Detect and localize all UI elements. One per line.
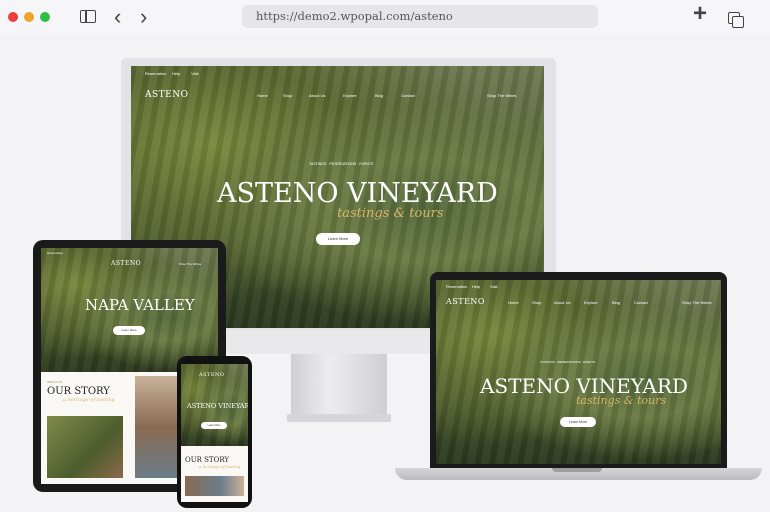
laptop-topbar-visit[interactable]: Visit bbox=[490, 284, 497, 289]
tablet-learn-more-button[interactable]: Learn More bbox=[113, 326, 145, 335]
laptop-notch bbox=[552, 468, 602, 472]
hero-learn-more-button[interactable]: Learn More bbox=[316, 233, 360, 245]
laptop-nav-blog[interactable]: Blog bbox=[612, 300, 620, 305]
hero-kicker: TASTINGS · RESERVATIONS · EVENTS bbox=[309, 162, 374, 166]
nav-blog[interactable]: Blog bbox=[375, 93, 383, 98]
tablet-story-kicker: ABOUT US bbox=[47, 380, 63, 384]
laptop-learn-more-button[interactable]: Learn More bbox=[560, 417, 596, 427]
laptop-hero-image: Reservation Help Visit ASTENO Home Shop … bbox=[436, 280, 721, 464]
phone-hero-image: ASTENO ASTENO VINEYARD Learn More bbox=[181, 364, 248, 446]
nav-home[interactable]: Home bbox=[257, 93, 268, 98]
laptop-topbar-help[interactable]: Help bbox=[472, 284, 480, 289]
topbar-link-help[interactable]: Help bbox=[172, 71, 180, 76]
phone-story-title: OUR STORY bbox=[185, 456, 230, 464]
address-bar[interactable]: https://demo2.wpopal.com/asteno bbox=[242, 5, 598, 28]
laptop-topbar-reservation[interactable]: Reservation bbox=[446, 284, 467, 289]
new-tab-plus-icon[interactable]: + bbox=[693, 2, 707, 26]
phone-story-section: OUR STORY a heritage of tasting bbox=[181, 446, 248, 502]
site-logo[interactable]: ASTENO bbox=[145, 90, 189, 100]
nav-explore[interactable]: Explore bbox=[343, 93, 357, 98]
laptop-site-logo[interactable]: ASTENO bbox=[446, 297, 485, 306]
laptop-hero-kicker: TASTINGS · RESERVATIONS · EVENTS bbox=[540, 360, 596, 364]
laptop-shop-wines-link[interactable]: Shop The Wines bbox=[682, 300, 712, 305]
tablet-hero-image: Reservation ASTENO Shop The Wines NAPA V… bbox=[41, 248, 218, 372]
laptop-mockup: Reservation Help Visit ASTENO Home Shop … bbox=[430, 272, 727, 468]
close-window-button[interactable] bbox=[8, 12, 18, 22]
monitor-foot bbox=[287, 414, 391, 422]
shop-wines-link[interactable]: Shop The Wines bbox=[487, 93, 517, 98]
phone-hero-title: ASTENO VINEYARD bbox=[187, 402, 248, 410]
tablet-story-script: a heritage of tasting bbox=[63, 397, 115, 403]
laptop-nav-about[interactable]: About Us bbox=[554, 300, 570, 305]
browser-toolbar: ‹ › https://demo2.wpopal.com/asteno + bbox=[0, 0, 770, 36]
hero-script: tastings & tours bbox=[337, 206, 444, 221]
tablet-story-title: OUR STORY bbox=[47, 386, 110, 397]
topbar-link-visit[interactable]: Visit bbox=[191, 71, 198, 76]
monitor-stand bbox=[291, 354, 387, 418]
back-arrow-icon[interactable]: ‹ bbox=[114, 6, 121, 28]
tablet-story-image-left bbox=[47, 416, 123, 478]
phone-site-logo[interactable]: ASTENO bbox=[199, 372, 225, 378]
minimize-window-button[interactable] bbox=[24, 12, 34, 22]
laptop-nav-contact[interactable]: Contact bbox=[634, 300, 648, 305]
phone-story-image bbox=[185, 476, 244, 496]
nav-contact[interactable]: Contact bbox=[401, 93, 415, 98]
tablet-hero-title: NAPA VALLEY bbox=[85, 296, 195, 314]
duplicate-tabs-icon[interactable] bbox=[728, 12, 744, 28]
nav-shop[interactable]: Shop bbox=[283, 93, 292, 98]
hero-title: ASTENO VINEYARD bbox=[217, 178, 498, 209]
phone-learn-more-button[interactable]: Learn More bbox=[201, 422, 227, 429]
phone-mockup: ASTENO ASTENO VINEYARD Learn More OUR ST… bbox=[177, 356, 252, 508]
laptop-nav-home[interactable]: Home bbox=[508, 300, 519, 305]
tablet-shop-wines-link[interactable]: Shop The Wines bbox=[179, 262, 201, 266]
tablet-topbar-reservation[interactable]: Reservation bbox=[47, 251, 63, 255]
laptop-nav-shop[interactable]: Shop bbox=[532, 300, 541, 305]
forward-arrow-icon[interactable]: › bbox=[140, 6, 147, 28]
maximize-window-button[interactable] bbox=[40, 12, 50, 22]
topbar-link-reservation[interactable]: Reservation bbox=[145, 71, 166, 76]
laptop-hero-script: tastings & tours bbox=[576, 394, 667, 407]
tablet-site-logo[interactable]: ASTENO bbox=[111, 260, 141, 267]
phone-story-script: a heritage of tasting bbox=[199, 464, 241, 469]
sidebar-toggle-icon[interactable] bbox=[80, 10, 96, 23]
laptop-nav-explore[interactable]: Explore bbox=[584, 300, 598, 305]
nav-about[interactable]: About Us bbox=[309, 93, 325, 98]
